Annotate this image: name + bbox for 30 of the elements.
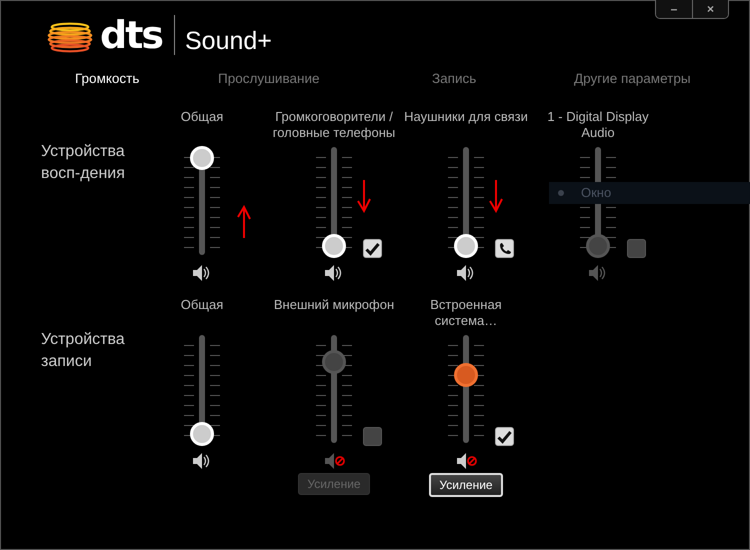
tab[interactable]: Громкость (75, 69, 140, 90)
phone-icon (498, 242, 512, 256)
device-name: Громкоговорители / головные телефоны (272, 109, 396, 140)
bullet-icon (558, 190, 564, 196)
up-arrow-annotation (236, 205, 252, 239)
section-label: Устройства записи (41, 331, 125, 370)
minimize-button[interactable]: – (656, 0, 692, 18)
phone-toggle[interactable] (495, 239, 514, 258)
menu-item[interactable]: Окно (549, 182, 750, 204)
device-name: Встроенная система… (430, 297, 502, 328)
down-arrow-annotation (356, 179, 372, 213)
device-name: Наушники для связи (404, 109, 528, 124)
checkmark-icon (497, 430, 512, 444)
device-name: Внешний микрофон (274, 297, 394, 312)
brand-logo-text: dts (100, 15, 162, 55)
device-name: Общая (180, 297, 224, 312)
tab[interactable]: Запись (432, 69, 476, 90)
checkmark-icon (365, 242, 380, 256)
device-name: 1 - Digital Display Audio (547, 109, 649, 140)
device-name: Общая (180, 109, 224, 124)
close-button[interactable]: × (692, 0, 728, 18)
section-label: Устройства восп-дения (41, 143, 125, 182)
checkbox[interactable] (495, 427, 514, 446)
checkbox[interactable] (363, 239, 382, 258)
slider-thumb[interactable] (454, 363, 478, 388)
down-arrow-annotation (488, 179, 504, 213)
tab[interactable]: Прослушивание (218, 69, 320, 90)
boost-button[interactable]: Усиление (429, 473, 503, 497)
product-name: Sound+ (184, 26, 272, 57)
tab[interactable]: Другие параметры (574, 69, 691, 90)
